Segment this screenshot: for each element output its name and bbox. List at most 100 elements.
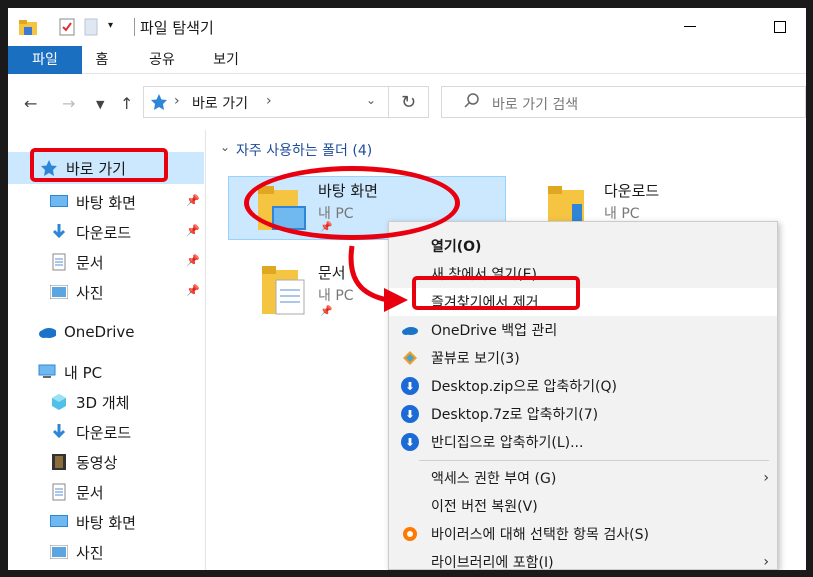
sidebar-item-documents[interactable]: 문서 <box>50 247 104 277</box>
up-arrow-icon[interactable]: ↑ <box>120 94 133 113</box>
document-icon <box>50 253 68 271</box>
navigation-pane: 바로 가기 바탕 화면 📌 다운로드 📌 문서 📌 사진 📌 OneDrive <box>8 130 206 570</box>
sidebar-item-pc-desktop[interactable]: 바탕 화면 <box>50 507 136 537</box>
documents-folder-icon <box>258 266 310 322</box>
honeyview-icon <box>401 349 419 367</box>
star-icon <box>150 93 168 115</box>
folder-tile-documents[interactable] <box>258 264 310 322</box>
file-explorer-window: ▾ 파일 탐색기 파일 홈 공유 보기 ← → ▼ ↑ › 바로 가기 › ⌄ … <box>8 8 806 570</box>
sidebar-item-label: 다운로드 <box>76 223 132 242</box>
tile-location: 내 PC <box>604 206 640 222</box>
menu-item-virus-scan[interactable]: 바이러스에 대해 선택한 항목 검사(S) <box>389 520 777 548</box>
address-row: ← → ▼ ↑ › 바로 가기 › ⌄ ↻ 바로 가기 검색 <box>8 74 806 130</box>
pin-icon[interactable]: 📌 <box>186 254 200 267</box>
sidebar-item-label: 바탕 화면 <box>76 193 136 212</box>
recent-locations-icon[interactable]: ▼ <box>96 98 104 111</box>
customize-toolbar-icon[interactable]: ▾ <box>108 20 113 31</box>
menu-item-label: 라이브러리에 포함(I) <box>431 555 554 570</box>
sidebar-item-label: 사진 <box>76 283 104 302</box>
tab-file[interactable]: 파일 <box>8 46 82 74</box>
sidebar-item-downloads[interactable]: 다운로드 <box>50 217 131 247</box>
sidebar-item-label: 사진 <box>76 543 104 562</box>
sidebar-item-videos[interactable]: 동영상 <box>50 447 117 477</box>
pin-icon[interactable]: 📌 <box>186 194 200 207</box>
menu-item-compress-bandizip[interactable]: ⬇ 반디집으로 압축하기(L)... <box>389 428 777 456</box>
search-icon <box>464 93 480 113</box>
cloud-icon <box>401 321 419 339</box>
sidebar-item-3d-objects[interactable]: 3D 개체 <box>50 387 129 417</box>
menu-item-label: Desktop.zip으로 압축하기(Q) <box>431 379 617 395</box>
title-separator <box>134 18 135 36</box>
search-input[interactable]: 바로 가기 검색 <box>441 86 806 118</box>
sidebar-item-onedrive[interactable]: OneDrive <box>38 317 135 347</box>
context-menu: 열기(O) 새 창에서 열기(E) 즐겨찾기에서 제거 OneDrive 백업 … <box>388 221 778 570</box>
chevron-down-icon[interactable]: ⌄ <box>366 93 376 107</box>
menu-item-label: 열기(O) <box>431 239 482 255</box>
new-folder-icon[interactable] <box>84 18 98 40</box>
sidebar-item-label: 바탕 화면 <box>76 513 136 532</box>
folder-app-icon <box>18 18 38 40</box>
menu-item-give-access[interactable]: 액세스 권한 부여 (G) › <box>389 464 777 492</box>
bandizip-icon: ⬇ <box>401 433 419 451</box>
desktop-icon <box>50 513 68 531</box>
search-placeholder: 바로 가기 검색 <box>492 97 579 113</box>
menu-item-include-library[interactable]: 라이브러리에 포함(I) › <box>389 548 777 570</box>
menu-item-label: 액세스 권한 부여 (G) <box>431 471 557 487</box>
menu-item-honeyview[interactable]: 꿀뷰로 보기(3) <box>389 344 777 372</box>
back-arrow-icon[interactable]: ← <box>24 94 37 113</box>
tab-home[interactable]: 홈 <box>86 46 118 74</box>
menu-item-open[interactable]: 열기(O) <box>389 232 777 260</box>
chevron-down-icon: ⌄ <box>220 140 231 154</box>
menu-item-label: Desktop.7z로 압축하기(7) <box>431 407 599 423</box>
menu-item-restore-versions[interactable]: 이전 버전 복원(V) <box>389 492 777 520</box>
properties-icon[interactable] <box>58 18 76 40</box>
pictures-icon <box>50 543 68 561</box>
menu-separator <box>419 460 769 461</box>
document-icon <box>50 483 68 501</box>
avast-icon <box>401 525 419 543</box>
sidebar-item-label: 다운로드 <box>76 423 132 442</box>
minimize-button[interactable] <box>670 12 710 42</box>
sidebar-item-label: 3D 개체 <box>76 393 130 412</box>
address-path: 바로 가기 <box>192 96 248 112</box>
maximize-button[interactable] <box>760 12 800 42</box>
pin-icon[interactable]: 📌 <box>186 224 200 237</box>
video-icon <box>50 453 68 471</box>
refresh-button[interactable]: ↻ <box>389 86 429 118</box>
window-title: 파일 탐색기 <box>140 19 214 37</box>
title-bar: ▾ 파일 탐색기 <box>8 8 806 46</box>
computer-icon <box>38 363 56 381</box>
annotation-arrow <box>348 245 408 312</box>
menu-item-label: 반디집으로 압축하기(L)... <box>431 435 584 451</box>
download-icon <box>50 423 68 441</box>
pictures-icon <box>50 283 68 301</box>
sidebar-item-pictures[interactable]: 사진 <box>50 277 104 307</box>
bandizip-icon: ⬇ <box>401 377 419 395</box>
menu-item-label: 바이러스에 대해 선택한 항목 검사(S) <box>431 527 649 543</box>
chevron-right-icon: › <box>763 470 769 486</box>
sidebar-item-label: OneDrive <box>64 323 135 341</box>
bandizip-icon: ⬇ <box>401 405 419 423</box>
sidebar-item-pc-pictures[interactable]: 사진 <box>50 537 104 567</box>
menu-item-onedrive-backup[interactable]: OneDrive 백업 관리 <box>389 316 777 344</box>
forward-arrow-icon[interactable]: → <box>62 94 75 113</box>
sidebar-item-pc-documents[interactable]: 문서 <box>50 477 104 507</box>
desktop-icon <box>50 193 68 211</box>
sidebar-item-desktop[interactable]: 바탕 화면 <box>50 187 136 217</box>
tab-share[interactable]: 공유 <box>140 46 184 74</box>
sidebar-item-label: 문서 <box>76 483 104 502</box>
sidebar-item-label: 내 PC <box>64 363 103 382</box>
annotation-desktop-ellipse <box>244 166 460 240</box>
sidebar-item-this-pc[interactable]: 내 PC <box>38 357 102 387</box>
menu-item-compress-7z[interactable]: ⬇ Desktop.7z로 압축하기(7) <box>389 400 777 428</box>
tab-view[interactable]: 보기 <box>204 46 248 74</box>
sidebar-item-pc-downloads[interactable]: 다운로드 <box>50 417 131 447</box>
cloud-icon <box>38 323 56 341</box>
refresh-icon: ↻ <box>400 91 417 113</box>
pin-icon[interactable]: 📌 <box>186 284 200 297</box>
chevron-right-icon: › <box>266 93 272 109</box>
menu-item-label: OneDrive 백업 관리 <box>431 323 558 339</box>
address-bar[interactable]: › 바로 가기 › ⌄ <box>143 86 389 118</box>
menu-item-compress-zip[interactable]: ⬇ Desktop.zip으로 압축하기(Q) <box>389 372 777 400</box>
chevron-right-icon: › <box>763 554 769 570</box>
